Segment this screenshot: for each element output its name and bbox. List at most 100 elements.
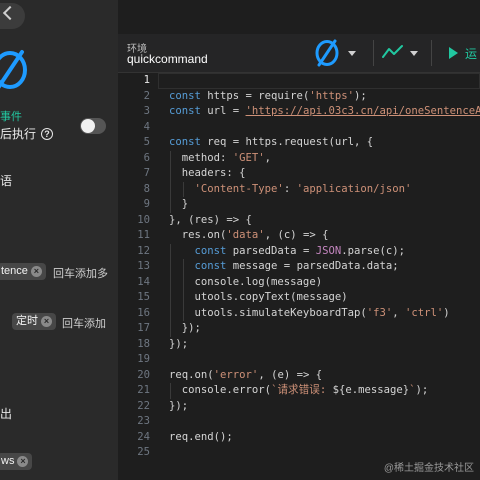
code-token: :	[283, 182, 297, 195]
code-token: ,	[392, 306, 405, 319]
run-button[interactable]: 运	[465, 45, 477, 62]
code-line[interactable]: 20 req.on('error', (e) => {	[118, 368, 480, 384]
code-line[interactable]: 4	[118, 120, 480, 136]
code-text: });	[169, 321, 201, 337]
code-line[interactable]: 1	[118, 73, 480, 89]
trend-chart-icon[interactable]	[382, 44, 404, 60]
event-link[interactable]: 事件	[0, 108, 22, 124]
current-line-highlight	[158, 73, 480, 89]
help-icon[interactable]: ?	[41, 127, 54, 140]
line-number: 23	[137, 415, 150, 427]
code-line[interactable]: 13 const message = parsedData.data;	[118, 259, 480, 275]
code-token: console.log(message)	[169, 275, 323, 288]
code-token: )	[443, 306, 450, 319]
code-text: const url = 'https://api.03c3.cn/api/one…	[169, 104, 480, 120]
code-token: );	[353, 89, 367, 102]
code-text: const req = https.request(url, {	[169, 135, 373, 151]
code-line[interactable]: 15 utools.copyText(message)	[118, 290, 480, 306]
code-line[interactable]: 19	[118, 352, 480, 368]
indent-guide	[170, 383, 171, 399]
toolbar-divider	[431, 40, 432, 66]
line-number: 15	[137, 291, 150, 303]
remove-tag-icon[interactable]: ×	[30, 266, 42, 277]
code-token: utools.simulateKeyboardTap(	[169, 306, 367, 319]
platform-tag: ws ×	[0, 453, 33, 470]
code-text: }	[169, 197, 188, 213]
code-token: const	[169, 136, 201, 148]
code-line[interactable]: 11 res.on('data', (c) => {	[118, 228, 480, 244]
keyword-tag-label: tence	[1, 265, 28, 277]
code-token: message = parsedData.data;	[226, 260, 399, 272]
code-line[interactable]: 18});	[118, 337, 480, 353]
line-number: 11	[137, 229, 150, 241]
code-token: parsedData =	[226, 244, 316, 257]
code-line[interactable]: 21 console.error(`请求错误: ${e.message}`);	[118, 383, 480, 399]
schedule-input[interactable]: 回车添加	[62, 315, 106, 331]
remove-tag-icon[interactable]: ×	[41, 316, 52, 327]
code-line[interactable]: 7 headers: {	[118, 166, 480, 182]
after-exec-text: 后执行	[0, 127, 37, 141]
code-token: console.error(	[169, 384, 272, 396]
code-line[interactable]: 10}, (res) => {	[118, 213, 480, 229]
code-line[interactable]: 8 'Content-Type': 'application/json'	[118, 182, 480, 198]
code-line[interactable]: 17 });	[118, 321, 480, 337]
code-text: headers: {	[169, 166, 246, 182]
code-token: method:	[169, 151, 233, 164]
code-line[interactable]: 24 req.end();	[118, 430, 480, 446]
code-token: 'https://api.03c3.cn/api/oneSentenceAD'	[245, 105, 480, 117]
code-text: const parsedData = JSON.parse(c);	[169, 244, 405, 260]
code-area[interactable]: 1 2 const https = require('https'); 3 const …	[118, 73, 480, 480]
code-token: });	[169, 322, 201, 334]
line-number: 17	[137, 322, 150, 334]
code-line[interactable]: 22});	[118, 399, 480, 415]
code-token: );	[415, 384, 429, 396]
code-token: JSON	[315, 244, 342, 257]
language-label: 语	[0, 174, 13, 188]
code-line[interactable]: 16 utools.simulateKeyboardTap('f3', 'ctr…	[118, 306, 480, 322]
code-line[interactable]: 5 const req = https.request(url, {	[118, 135, 480, 151]
code-line[interactable]: 3 const url = 'https://api.03c3.cn/api/on…	[118, 104, 480, 120]
code-line[interactable]: 9 }	[118, 197, 480, 213]
chevron-down-icon[interactable]	[348, 51, 356, 56]
code-token: , (e) => {	[258, 368, 323, 381]
line-number: 21	[137, 384, 150, 396]
code-token: headers: {	[169, 167, 246, 179]
code-token: 'error'	[213, 368, 259, 381]
remove-tag-icon[interactable]: ×	[17, 456, 29, 467]
code-line[interactable]: 6 method: 'GET',	[118, 151, 480, 167]
settings-sidebar: 事件 后执行 ? 语 tence × 回车添加多 × 定时 × 回车添加 出 w…	[0, 0, 118, 480]
line-number: 3	[143, 105, 150, 117]
code-text: }, (res) => {	[169, 213, 252, 229]
line-number: 14	[137, 275, 150, 288]
toggle-knob	[81, 119, 95, 133]
quickcommand-icon[interactable]	[312, 38, 342, 68]
code-text: });	[169, 337, 188, 353]
code-text: req.on('error', (e) => {	[169, 368, 322, 384]
keyword-input[interactable]: 回车添加多	[53, 265, 108, 281]
code-text: });	[169, 399, 188, 415]
chevron-down-icon[interactable]	[410, 51, 418, 56]
code-token: const	[194, 244, 227, 257]
code-editor-panel: 环境 quickcommand 运 1 2 const https = requir…	[118, 34, 480, 480]
code-line[interactable]: 12 const parsedData = JSON.parse(c);	[118, 244, 480, 260]
toolbar-divider	[373, 40, 374, 66]
env-select[interactable]: quickcommand	[127, 52, 208, 66]
code-line[interactable]: 2 const https = require('https');	[118, 89, 480, 105]
code-line[interactable]: 23	[118, 414, 480, 430]
code-token: req = https.request(url, {	[200, 136, 374, 148]
after-exec-toggle[interactable]	[80, 118, 106, 134]
code-text: method: 'GET',	[169, 151, 271, 167]
back-button[interactable]	[0, 3, 25, 29]
code-token: }, (res) => {	[169, 213, 252, 226]
editor-toolbar: 环境 quickcommand 运	[118, 34, 480, 73]
code-text: res.on('data', (c) => {	[169, 228, 329, 244]
code-line[interactable]: 14 console.log(message)	[118, 275, 480, 291]
code-token: const	[194, 260, 227, 272]
play-icon[interactable]	[449, 47, 458, 59]
line-number: 2	[143, 89, 150, 102]
indent-guide	[182, 181, 184, 197]
code-token: .parse(c);	[341, 244, 405, 257]
indent-guide	[182, 259, 184, 321]
line-number: 25	[137, 446, 150, 458]
